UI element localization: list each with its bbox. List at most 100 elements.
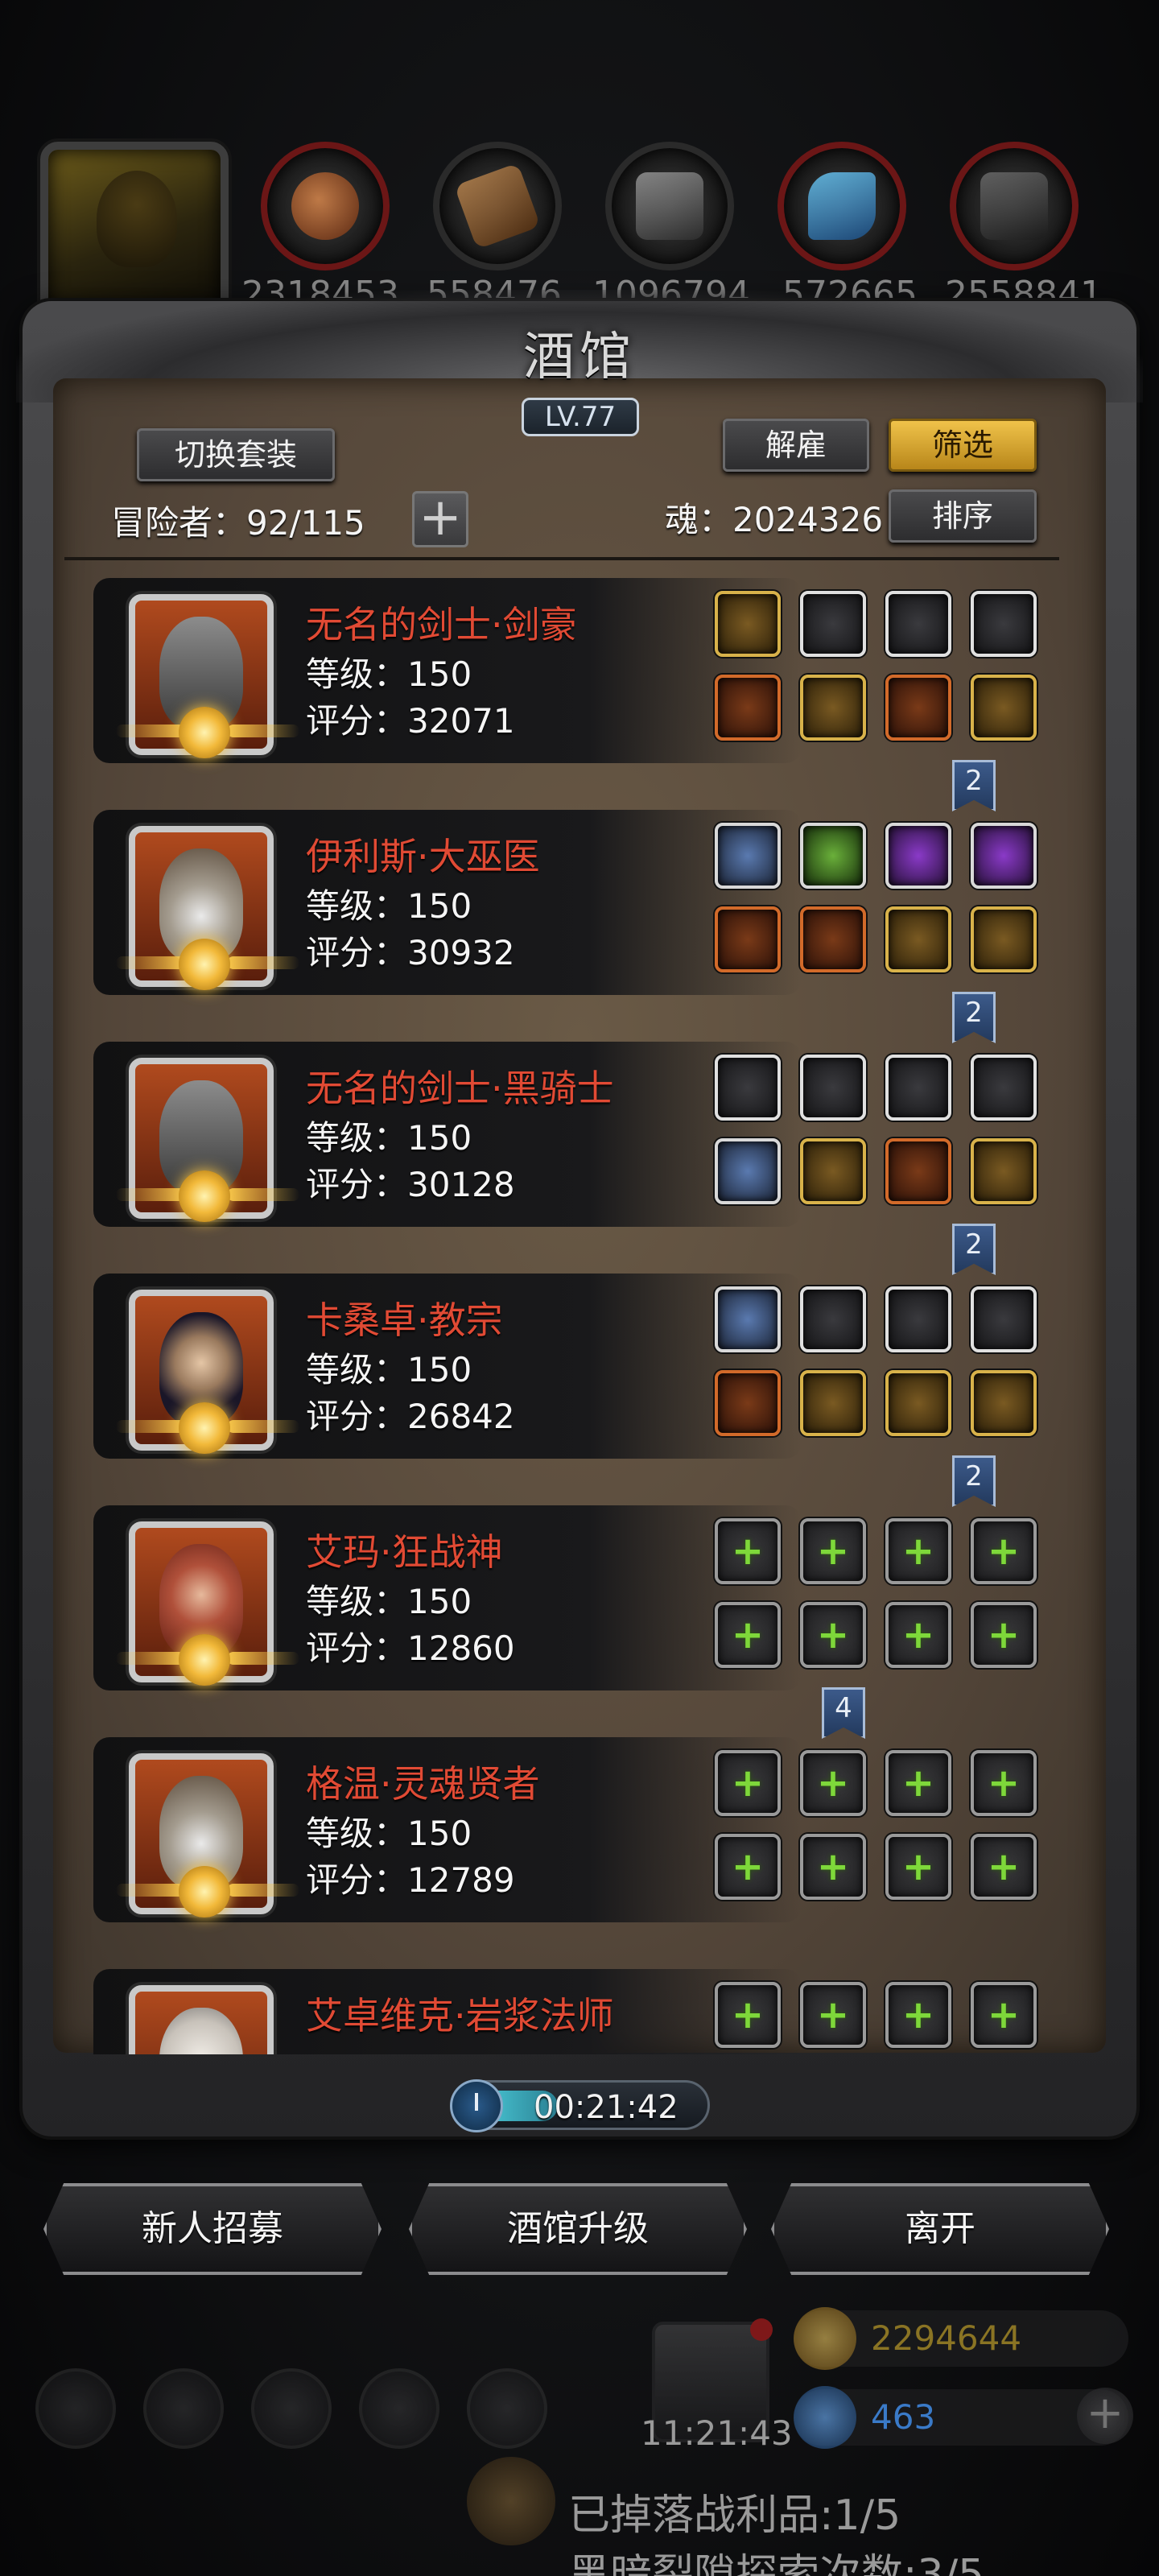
empty-equipment-slot[interactable]: + <box>715 1750 781 1816</box>
enhance-level-ribbon: 2 <box>952 992 996 1043</box>
ore-icon[interactable] <box>261 142 390 270</box>
equipment-slot[interactable] <box>715 1055 781 1121</box>
equipment-slot[interactable] <box>800 1286 866 1352</box>
dark-ore-icon[interactable] <box>950 142 1079 270</box>
equipment-slot[interactable] <box>715 906 781 972</box>
achievement-icon[interactable] <box>143 2368 224 2449</box>
empty-equipment-slot[interactable]: + <box>715 1602 781 1668</box>
equipment-slot[interactable] <box>971 1370 1037 1436</box>
hero-card[interactable]: 格温·灵魂贤者 等级：150 评分：12789 + + + + + + + + <box>93 1732 1037 1926</box>
soul-count: 魂：2024326 <box>665 500 884 539</box>
equipment-slot[interactable] <box>800 906 866 972</box>
rank-wing-left <box>116 1884 188 1897</box>
empty-equipment-slot[interactable]: + <box>971 1518 1037 1584</box>
gold-amount: 2294644 <box>871 2318 1022 2358</box>
equipment-slot[interactable] <box>885 1138 951 1204</box>
equipment-slot[interactable] <box>800 1370 866 1436</box>
add-equipment-icon: + <box>731 1992 765 2037</box>
equipment-slot[interactable] <box>971 1286 1037 1352</box>
equipment-slot[interactable] <box>971 591 1037 657</box>
empty-equipment-slot[interactable]: + <box>971 1982 1037 2048</box>
hero-card[interactable]: 无名的剑士·黑骑士 等级：150 评分：30128 2 <box>93 1037 1037 1275</box>
guild-icon[interactable] <box>251 2368 332 2449</box>
empty-equipment-slot[interactable]: + <box>885 1750 951 1816</box>
hero-level: 等级：150 <box>306 1582 472 1621</box>
equipment-slot[interactable] <box>715 1286 781 1352</box>
hero-card[interactable]: 艾卓维克·岩浆法师 + + + + <box>93 1964 1037 2054</box>
empty-equipment-slot[interactable]: + <box>971 1602 1037 1668</box>
iron-icon[interactable] <box>605 142 734 270</box>
empty-equipment-slot[interactable]: + <box>885 1518 951 1584</box>
sort-button[interactable]: 排序 <box>889 489 1037 543</box>
empty-equipment-slot[interactable]: + <box>800 1602 866 1668</box>
hero-card[interactable]: 伊利斯·大巫医 等级：150 评分：30932 2 <box>93 805 1037 1043</box>
dismiss-button[interactable]: 解雇 <box>723 419 869 472</box>
rank-wing-right <box>227 1652 299 1665</box>
equipment-grid: + + + + + + + + <box>715 1518 1053 1679</box>
equipment-slot[interactable] <box>971 906 1037 972</box>
equipment-slot[interactable] <box>885 823 951 889</box>
quest-scroll-icon[interactable] <box>467 2457 555 2545</box>
rank-wing-left <box>116 956 188 969</box>
hero-card[interactable]: 无名的剑士·剑豪 等级：150 评分：32071 2 <box>93 573 1037 811</box>
empty-equipment-slot[interactable]: + <box>885 1602 951 1668</box>
equipment-slot[interactable] <box>885 1286 951 1352</box>
empty-equipment-slot[interactable]: + <box>885 1982 951 2048</box>
wood-icon[interactable] <box>433 142 562 270</box>
empty-equipment-slot[interactable]: + <box>800 1834 866 1900</box>
equipment-slot[interactable] <box>971 1138 1037 1204</box>
filter-button[interactable]: 筛选 <box>889 419 1037 472</box>
mail-icon[interactable] <box>359 2368 439 2449</box>
equipment-slot[interactable] <box>715 1138 781 1204</box>
hero-card[interactable]: 卡桑卓·教宗 等级：150 评分：26842 2 <box>93 1269 1037 1507</box>
shop-icon[interactable] <box>467 2368 547 2449</box>
leave-button[interactable]: 离开 <box>771 2183 1109 2275</box>
equipment-slot[interactable] <box>800 1055 866 1121</box>
settings-gear-icon[interactable] <box>35 2368 116 2449</box>
equipment-slot[interactable] <box>885 591 951 657</box>
empty-equipment-slot[interactable]: + <box>800 1518 866 1584</box>
empty-equipment-slot[interactable]: + <box>715 1518 781 1584</box>
empty-equipment-slot[interactable]: + <box>971 1834 1037 1900</box>
expand-capacity-button[interactable]: + <box>412 491 468 547</box>
panel-title-plate: 酒馆 <box>451 316 708 396</box>
equipment-slot[interactable] <box>800 823 866 889</box>
equipment-slot[interactable] <box>971 675 1037 741</box>
equipment-slot[interactable] <box>715 675 781 741</box>
empty-equipment-slot[interactable]: + <box>800 1982 866 2048</box>
equipment-slot[interactable] <box>715 1370 781 1436</box>
equipment-slot[interactable] <box>800 675 866 741</box>
hero-list[interactable]: 无名的剑士·剑豪 等级：150 评分：32071 2 伊利斯·大巫医 等级：150 评分：3… <box>77 573 1075 2054</box>
equipment-slot[interactable] <box>885 1055 951 1121</box>
add-equipment-icon: + <box>987 1529 1021 1574</box>
equipment-slot[interactable] <box>885 906 951 972</box>
add-equipment-icon: + <box>987 1844 1021 1889</box>
gem-amount: 463 <box>871 2397 936 2437</box>
equipment-slot[interactable] <box>715 591 781 657</box>
empty-equipment-slot[interactable]: + <box>885 1834 951 1900</box>
empty-equipment-slot[interactable]: + <box>715 1834 781 1900</box>
empty-equipment-slot[interactable]: + <box>715 1982 781 2048</box>
add-equipment-icon: + <box>816 1761 850 1806</box>
upgrade-tavern-button[interactable]: 酒馆升级 <box>409 2183 747 2275</box>
add-currency-button[interactable]: + <box>1077 2388 1133 2444</box>
add-equipment-icon: + <box>731 1844 765 1889</box>
equipment-slot[interactable] <box>715 823 781 889</box>
equipment-slot[interactable] <box>800 1138 866 1204</box>
recruit-button[interactable]: 新人招募 <box>43 2183 382 2275</box>
empty-equipment-slot[interactable]: + <box>800 1750 866 1816</box>
crystal-icon[interactable] <box>777 142 906 270</box>
equipment-slot[interactable] <box>885 675 951 741</box>
hero-card[interactable]: 艾玛·狂战神 等级：150 评分：12860 + + + + + + + +4 <box>93 1501 1037 1739</box>
equipment-slot[interactable] <box>971 1055 1037 1121</box>
rank-wing-left <box>116 1652 188 1665</box>
hero-portrait[interactable] <box>129 1985 274 2054</box>
rank-star-icon <box>179 1170 230 1222</box>
equipment-slot[interactable] <box>971 823 1037 889</box>
equipment-grid <box>715 1055 1053 1216</box>
equipment-slot[interactable] <box>800 591 866 657</box>
empty-equipment-slot[interactable]: + <box>971 1750 1037 1816</box>
hero-score: 评分：30128 <box>306 1165 515 1204</box>
equipment-slot[interactable] <box>885 1370 951 1436</box>
switch-set-button[interactable]: 切换套装 <box>137 428 335 481</box>
